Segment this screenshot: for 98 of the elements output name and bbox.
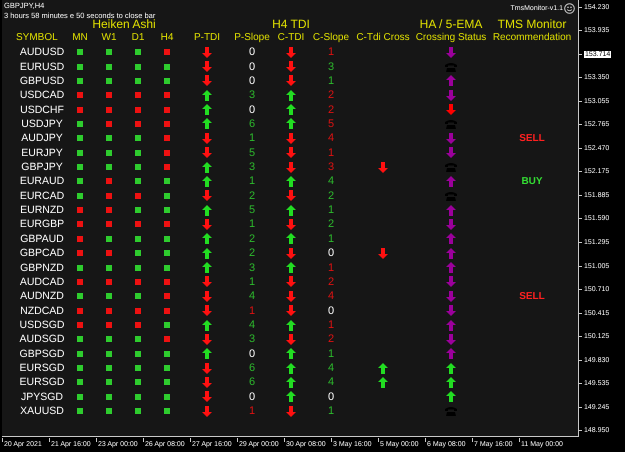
slope-value: 4 xyxy=(248,319,256,331)
slope-value: 2 xyxy=(328,190,334,202)
slope-value: 1 xyxy=(328,74,334,87)
symbol-name: EURAUD xyxy=(18,174,66,189)
column-heading: P-TDI xyxy=(192,31,222,45)
symbol-name: GBPSGD xyxy=(18,346,66,361)
symbol-name: USDCAD xyxy=(18,88,66,102)
slope-value: 6 xyxy=(248,362,256,374)
symbol-name: USDJPY xyxy=(20,116,64,132)
recommendation-text: BUY xyxy=(521,176,543,187)
slope-value: 4 xyxy=(328,175,334,188)
slope-value: 0 xyxy=(248,74,256,87)
symbol-name: GBPUSD xyxy=(18,74,66,88)
group-heading: H4 TDI xyxy=(272,18,310,31)
symbol-name: AUDJPY xyxy=(20,131,64,146)
slope-value: 5 xyxy=(328,118,334,130)
slope-value: 4 xyxy=(328,362,334,374)
symbol-name: EURUSD xyxy=(18,60,66,74)
slope-value: 2 xyxy=(328,276,334,288)
slope-value: 1 xyxy=(328,262,334,274)
slope-value: 0 xyxy=(328,247,334,260)
slope-value: 5 xyxy=(248,146,256,159)
slope-value: 2 xyxy=(248,232,256,245)
symbol-name: AUDNZD xyxy=(19,289,65,304)
symbol-name: EURGBP xyxy=(18,217,66,232)
slope-value: 4 xyxy=(248,290,256,302)
column-heading: C-Tdi Cross xyxy=(355,31,411,45)
column-heading: W1 xyxy=(100,31,118,45)
slope-value: 0 xyxy=(248,390,256,403)
slope-value: 2 xyxy=(248,190,256,202)
slope-value: 2 xyxy=(328,218,334,230)
symbol-name: AUDUSD xyxy=(18,45,66,60)
slope-value: 1 xyxy=(328,46,334,58)
slope-value: 3 xyxy=(248,262,256,274)
slope-value: 3 xyxy=(248,333,256,346)
slope-value: 0 xyxy=(248,60,256,73)
slope-value: 1 xyxy=(328,405,334,418)
slope-value: 2 xyxy=(328,89,334,102)
slope-value: 3 xyxy=(248,161,256,174)
column-heading: Crossing Status xyxy=(414,31,488,45)
slope-value: 1 xyxy=(248,132,256,144)
slope-value: 1 xyxy=(328,146,334,159)
slope-value: 1 xyxy=(328,204,334,216)
slope-value: 4 xyxy=(328,132,334,144)
slope-value: 1 xyxy=(248,175,256,188)
slope-value: 2 xyxy=(328,104,334,116)
symbol-name: NZDCAD xyxy=(19,304,65,318)
symbol-name: GBPCAD xyxy=(18,246,66,260)
symbol-name: GBPJPY xyxy=(20,160,64,174)
group-heading: HA / 5-EMA xyxy=(418,18,484,31)
slope-value: 1 xyxy=(248,218,256,230)
slope-value: 0 xyxy=(328,390,334,403)
slope-value: 1 xyxy=(328,348,334,360)
slope-value: 6 xyxy=(248,118,256,130)
column-heading: C-TDI xyxy=(276,31,306,45)
slope-value: 1 xyxy=(328,319,334,331)
slope-value: 1 xyxy=(248,304,256,317)
group-heading: Heiken Ashi xyxy=(92,18,157,31)
symbol-name: AUDSGD xyxy=(18,332,66,347)
column-heading: C-Slope xyxy=(312,31,350,45)
symbol-name: EURNZD xyxy=(19,203,65,218)
slope-value: 3 xyxy=(248,89,256,102)
recommendation-text: SELL xyxy=(519,290,545,302)
slope-value: 0 xyxy=(248,348,256,360)
symbol-name: USDSGD xyxy=(18,318,66,332)
slope-value: 4 xyxy=(328,376,334,388)
smiley-icon xyxy=(564,3,575,14)
symbol-name: GBPAUD xyxy=(19,232,65,246)
slope-value: 0 xyxy=(328,304,334,317)
group-heading: TMS Monitor xyxy=(496,18,568,31)
slope-value: 4 xyxy=(328,290,334,302)
symbol-name: GBPNZD xyxy=(19,260,65,275)
symbol-name: JPYSGD xyxy=(20,390,64,404)
slope-value: 2 xyxy=(328,333,334,346)
slope-value: 0 xyxy=(248,46,256,58)
slope-value: 6 xyxy=(248,376,256,388)
symbol-name: AUDCAD xyxy=(18,274,66,290)
column-heading: D1 xyxy=(130,31,146,45)
symbol-name: EURJPY xyxy=(20,146,64,160)
column-heading: P-Slope xyxy=(233,31,271,45)
symbol-name: XAUUSD xyxy=(19,404,65,418)
recommendation-text: SELL xyxy=(519,132,545,144)
column-heading: MN xyxy=(71,31,89,45)
slope-value: 1 xyxy=(248,405,256,418)
symbol-name: EURSGD xyxy=(18,361,66,376)
slope-value: 3 xyxy=(328,60,334,73)
slope-value: 5 xyxy=(248,204,256,216)
column-heading: H4 xyxy=(160,31,174,45)
slope-value: 1 xyxy=(248,276,256,288)
slope-value: 1 xyxy=(328,232,334,245)
symbol-name: EURCAD xyxy=(18,188,66,203)
symbol-name: EURSGD xyxy=(18,375,66,390)
slope-value: 3 xyxy=(328,161,334,174)
slope-value: 0 xyxy=(248,104,256,116)
symbol-name: USDCHF xyxy=(19,102,65,117)
column-heading: Recommendation xyxy=(492,31,572,45)
column-heading: SYMBOL xyxy=(16,31,59,45)
slope-value: 2 xyxy=(248,247,256,260)
